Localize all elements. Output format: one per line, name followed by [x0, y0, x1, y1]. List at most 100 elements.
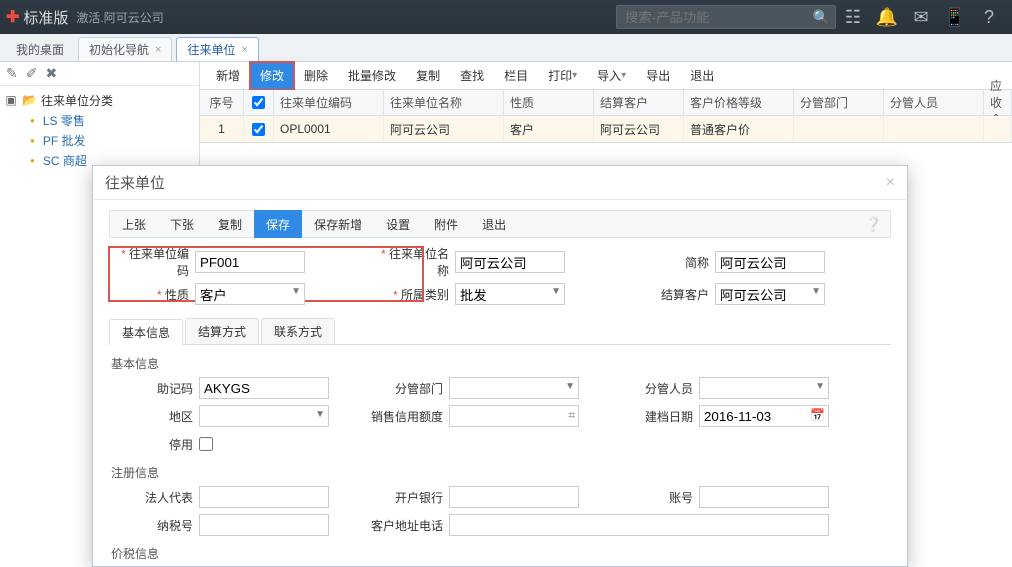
col-idx[interactable]: 序号	[200, 90, 244, 116]
grid-header: 序号 往来单位编码 往来单位名称 性质 结算客户 客户价格等级 分管部门 分管人…	[200, 90, 1012, 116]
bank-input[interactable]	[449, 486, 579, 508]
addr-label: 客户地址电话	[359, 517, 449, 534]
settings-button[interactable]: 设置	[374, 210, 422, 238]
mnemonic-label: 助记码	[109, 380, 199, 397]
disable-checkbox[interactable]	[199, 437, 213, 451]
checkall[interactable]	[252, 96, 265, 109]
col-level[interactable]: 客户价格等级	[684, 90, 794, 116]
topbar: ✚ 标准版 激活.阿可云公司 🔍 ☷ 🔔 ✉ 📱 ?	[0, 0, 1012, 34]
col-code[interactable]: 往来单位编码	[274, 90, 384, 116]
add-category-icon[interactable]: ✎	[6, 65, 18, 82]
col-name[interactable]: 往来单位名称	[384, 90, 504, 116]
search-input[interactable]	[616, 5, 836, 29]
subtab-settle[interactable]: 结算方式	[185, 318, 259, 344]
edit-category-icon[interactable]: ✐	[26, 65, 38, 82]
help-icon[interactable]: ?	[972, 7, 1006, 28]
mnemonic-input[interactable]	[199, 377, 329, 399]
global-search[interactable]: 🔍	[616, 5, 836, 29]
tab-label: 我的桌面	[16, 41, 64, 58]
subtab-basic[interactable]: 基本信息	[109, 319, 183, 345]
col-dept[interactable]: 分管部门	[794, 90, 884, 116]
subtab-contact[interactable]: 联系方式	[261, 318, 335, 344]
legal-label: 法人代表	[109, 489, 199, 506]
new-button[interactable]: 新增	[206, 62, 250, 90]
mobile-icon[interactable]: 📱	[938, 7, 972, 28]
tab-current[interactable]: 往来单位×	[176, 37, 258, 61]
chevron-down-icon: ▼	[315, 409, 325, 420]
tree-root[interactable]: ▣ 📂 往来单位分类	[4, 90, 195, 110]
save-new-button[interactable]: 保存新增	[302, 210, 374, 238]
copy-button[interactable]: 复制	[406, 62, 450, 90]
tax-input[interactable]	[199, 514, 329, 536]
calendar-icon[interactable]: ☷	[836, 7, 870, 28]
bullet-icon: ●	[30, 116, 35, 125]
import-button[interactable]: 导入	[587, 62, 636, 90]
print-button[interactable]: 打印	[538, 62, 587, 90]
col-receivable[interactable]: 应收余	[984, 90, 1012, 116]
legal-input[interactable]	[199, 486, 329, 508]
col-settle[interactable]: 结算客户	[594, 90, 684, 116]
dept-select[interactable]	[449, 377, 579, 399]
category-tree: ▣ 📂 往来单位分类 ●LS 零售 ●PF 批发 ●SC 商超	[0, 86, 199, 174]
cell-name: 阿可云公司	[384, 116, 504, 142]
tree-item-ls[interactable]: ●LS 零售	[30, 110, 195, 130]
attach-button[interactable]: 附件	[422, 210, 470, 238]
row-check[interactable]	[252, 123, 265, 136]
exit-button[interactable]: 退出	[470, 210, 518, 238]
list-toolbar: 新增 修改 删除 批量修改 复制 查找 栏目 打印 导入 导出 退出	[200, 62, 1012, 90]
col-person[interactable]: 分管人员	[884, 90, 984, 116]
mail-icon[interactable]: ✉	[904, 7, 938, 28]
help-icon[interactable]: ❔	[865, 216, 882, 233]
tab-desktop[interactable]: 我的桌面	[6, 37, 74, 61]
bell-icon[interactable]: 🔔	[870, 7, 904, 28]
cell-idx: 1	[200, 116, 244, 142]
tree-item-label: PF 批发	[43, 132, 86, 149]
chevron-down-icon: ▼	[565, 381, 575, 392]
nature-select[interactable]	[195, 283, 305, 305]
table-row[interactable]: 1 OPL0001 阿可云公司 客户 阿可云公司 普通客户价	[200, 116, 1012, 142]
cell-level: 普通客户价	[684, 116, 794, 142]
close-icon[interactable]: ×	[241, 44, 247, 56]
dept-label: 分管部门	[359, 380, 449, 397]
tree-item-pf[interactable]: ●PF 批发	[30, 130, 195, 150]
calculator-icon[interactable]: ⌗	[568, 408, 575, 423]
price-header: 价税信息	[111, 545, 891, 562]
columns-button[interactable]: 栏目	[494, 62, 538, 90]
disable-label: 停用	[109, 436, 199, 453]
short-input[interactable]	[715, 251, 825, 273]
find-button[interactable]: 查找	[450, 62, 494, 90]
tax-label: 纳税号	[109, 517, 199, 534]
person-select[interactable]	[699, 377, 829, 399]
dialog-toolbar: 上张 下张 复制 保存 保存新增 设置 附件 退出 ❔	[109, 210, 891, 238]
prev-button[interactable]: 上张	[110, 210, 158, 238]
delete-button[interactable]: 删除	[294, 62, 338, 90]
next-button[interactable]: 下张	[158, 210, 206, 238]
exit-button[interactable]: 退出	[680, 62, 724, 90]
bullet-icon: ●	[30, 156, 35, 165]
addr-input[interactable]	[449, 514, 829, 536]
calendar-icon[interactable]: 📅	[810, 408, 825, 422]
collapse-icon[interactable]: ▣	[4, 93, 18, 107]
col-nature[interactable]: 性质	[504, 90, 594, 116]
edit-button[interactable]: 修改	[250, 62, 294, 90]
bank-label: 开户银行	[359, 489, 449, 506]
close-icon[interactable]: ×	[155, 44, 161, 56]
credit-input[interactable]	[449, 405, 579, 427]
sidebar-toolbar: ✎ ✐ ✖	[0, 62, 199, 86]
copy-button[interactable]: 复制	[206, 210, 254, 238]
close-icon[interactable]: ×	[886, 174, 895, 192]
delete-category-icon[interactable]: ✖	[45, 65, 57, 82]
col-checkall[interactable]	[244, 90, 274, 116]
tree-item-label: SC 商超	[43, 152, 87, 169]
export-button[interactable]: 导出	[636, 62, 680, 90]
region-select[interactable]	[199, 405, 329, 427]
name-input[interactable]	[455, 251, 565, 273]
cell-dept	[794, 116, 884, 142]
batch-edit-button[interactable]: 批量修改	[338, 62, 406, 90]
settle-customer-select[interactable]	[715, 283, 825, 305]
category-select[interactable]	[455, 283, 565, 305]
tab-init[interactable]: 初始化导航×	[78, 37, 172, 61]
acct-input[interactable]	[699, 486, 829, 508]
save-button[interactable]: 保存	[254, 210, 302, 238]
cell-check[interactable]	[244, 116, 274, 142]
